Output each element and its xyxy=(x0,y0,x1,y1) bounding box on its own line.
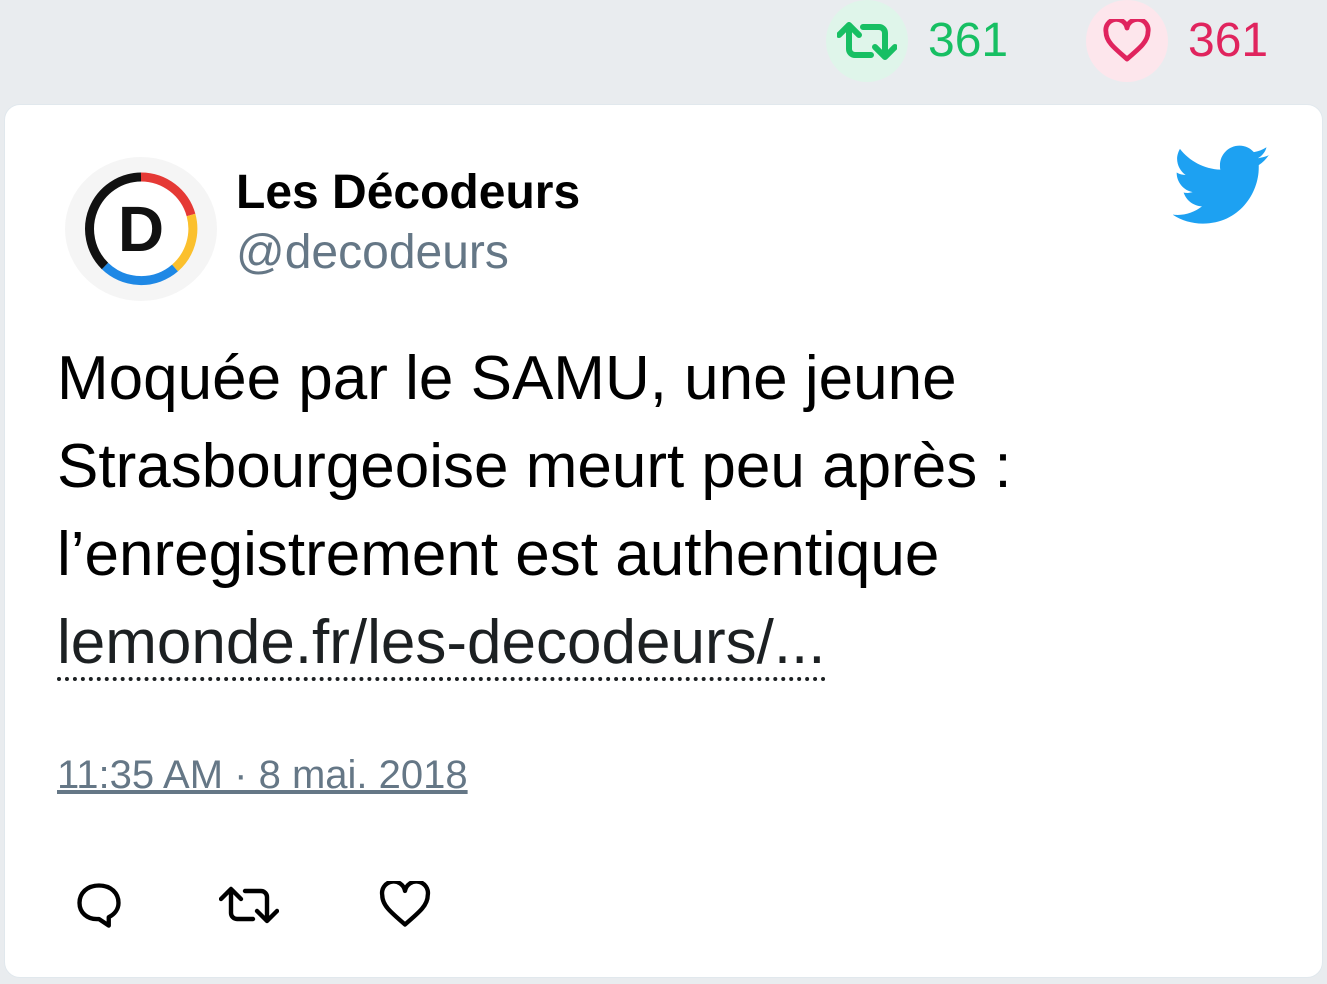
retweet-icon xyxy=(219,886,279,924)
retweet-icon xyxy=(837,22,897,60)
tweet-text: Moquée par le SAMU, une jeune Strasbourg… xyxy=(57,335,1257,687)
author-name[interactable]: Les Décodeurs xyxy=(236,165,580,220)
heart-icon xyxy=(1103,19,1151,62)
retweet-icon-circle[interactable] xyxy=(826,0,908,82)
like-button[interactable] xyxy=(363,863,447,947)
reply-icon xyxy=(77,883,121,928)
tweet-text-line: l’enregistrement est authentique xyxy=(57,520,940,589)
tweet-card[interactable]: D Les Décodeurs @decodeurs Moquée par le… xyxy=(4,104,1323,978)
twitter-bird-icon[interactable] xyxy=(1172,145,1271,232)
tweet-link[interactable]: lemonde.fr/les-decodeurs/... xyxy=(57,608,826,681)
decodeurs-logo-icon: D xyxy=(85,172,198,286)
avatar-letter: D xyxy=(118,193,164,265)
author-handle[interactable]: @decodeurs xyxy=(236,225,509,280)
reply-button[interactable] xyxy=(57,863,141,947)
tweet-text-line: Strasbourgeoise meurt peu après : xyxy=(57,432,1012,501)
top-stats-bar: 361 361 xyxy=(0,0,1327,90)
retweet-button[interactable] xyxy=(207,863,291,947)
like-count: 361 xyxy=(1188,14,1269,67)
heart-icon xyxy=(379,881,431,927)
retweet-count: 361 xyxy=(928,14,1009,67)
tweet-text-line: Moquée par le SAMU, une jeune xyxy=(57,344,957,413)
tweet-timestamp[interactable]: 11:35 AM · 8 mai. 2018 xyxy=(57,753,468,798)
avatar[interactable]: D xyxy=(65,157,217,301)
retweet-stat[interactable]: 361 xyxy=(826,0,1008,82)
like-stat[interactable]: 361 xyxy=(1086,0,1268,82)
like-icon-circle[interactable] xyxy=(1086,0,1168,82)
